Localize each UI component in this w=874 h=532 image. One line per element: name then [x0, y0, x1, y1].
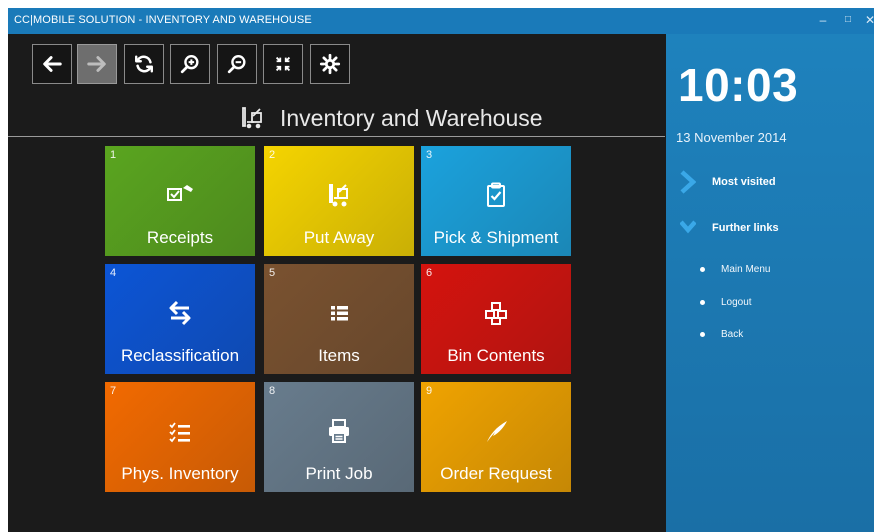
tile-number: 1 [110, 149, 117, 161]
settings-button[interactable] [310, 44, 350, 84]
refresh-button[interactable] [124, 44, 164, 84]
most-visited-label: Most visited [712, 176, 776, 188]
tile-label: Print Job [305, 464, 373, 483]
boxes-icon [478, 298, 514, 328]
zoom-out-button[interactable] [217, 44, 257, 84]
app-window: CC|MOBILE SOLUTION - INVENTORY AND WAREH… [8, 8, 874, 532]
title-bar: CC|MOBILE SOLUTION - INVENTORY AND WAREH… [8, 8, 874, 34]
tile-number: 8 [269, 385, 276, 397]
tile-label: Phys. Inventory [121, 464, 239, 483]
tile-print-job[interactable]: 8 Print Job [264, 382, 414, 492]
bullet [700, 266, 705, 272]
bullet [700, 331, 705, 337]
link-label: Main Menu [721, 263, 771, 275]
gear-icon [319, 53, 341, 75]
tile-number: 5 [269, 267, 276, 279]
tile-order-request[interactable]: 9 Order Request [421, 382, 571, 492]
tile-label: Pick & Shipment [433, 228, 559, 247]
minimize-button[interactable]: – [813, 11, 833, 29]
further-links-label: Further links [712, 222, 779, 234]
tile-number: 2 [269, 149, 276, 161]
link-logout[interactable]: Logout [700, 295, 752, 309]
forward-button[interactable] [77, 44, 117, 84]
page-title: Inventory and Warehouse [240, 100, 543, 136]
tile-label: Order Request [440, 464, 552, 483]
tile-label: Items [318, 346, 360, 365]
clipboard-check-icon [478, 180, 514, 210]
tile-pick-shipment[interactable]: 3 Pick & Shipment [421, 146, 571, 256]
link-main-menu[interactable]: Main Menu [700, 262, 770, 276]
refresh-icon [135, 55, 153, 73]
tile-label: Put Away [303, 228, 375, 247]
tile-number: 3 [426, 149, 433, 161]
most-visited-section[interactable]: Most visited [680, 170, 776, 194]
tile-label: Receipts [146, 228, 214, 247]
back-button[interactable] [32, 44, 72, 84]
zoom-in-icon [180, 55, 199, 74]
tile-receipts[interactable]: 1 Receipts [105, 146, 255, 256]
tile-number: 9 [426, 385, 433, 397]
exchange-arrows-icon [162, 298, 198, 328]
forklift-icon [242, 107, 262, 129]
compress-icon [275, 56, 291, 72]
close-button[interactable]: ✕ [860, 11, 874, 29]
checklist-icon [162, 416, 198, 446]
tile-number: 4 [110, 267, 117, 279]
bullet [700, 299, 705, 305]
further-links-section[interactable]: Further links [680, 216, 779, 240]
header-divider [8, 136, 665, 137]
quill-icon [478, 416, 514, 446]
receipt-check-icon [162, 180, 198, 210]
tile-number: 7 [110, 385, 117, 397]
link-label: Back [721, 328, 744, 340]
link-label: Logout [721, 296, 752, 308]
tile-label: Reclassification [120, 346, 240, 365]
arrow-right-icon [87, 56, 106, 72]
tile-items[interactable]: 5 Items [264, 264, 414, 374]
maximize-button[interactable]: □ [838, 11, 858, 29]
arrow-left-icon [43, 56, 62, 72]
clock-time: 10:03 [678, 59, 799, 111]
zoom-out-icon [227, 55, 246, 74]
printer-icon [321, 416, 357, 446]
chevron-down-icon [680, 220, 696, 234]
zoom-in-button[interactable] [170, 44, 210, 84]
window-title: CC|MOBILE SOLUTION - INVENTORY AND WAREH… [14, 14, 312, 26]
forklift-icon [321, 180, 357, 210]
collapse-button[interactable] [263, 44, 303, 84]
tile-phys-inventory[interactable]: 7 Phys. Inventory [105, 382, 255, 492]
tile-number: 6 [426, 267, 433, 279]
clock-date: 13 November 2014 [676, 130, 787, 145]
tile-bin-contents[interactable]: 6 Bin Contents [421, 264, 571, 374]
page-title-text: Inventory and Warehouse [280, 104, 543, 131]
chevron-right-icon [680, 170, 696, 194]
sidebar: 10:03 13 November 2014 Most visited Furt… [666, 34, 874, 532]
link-back[interactable]: Back [700, 327, 743, 341]
tile-reclassification[interactable]: 4 Reclassification [105, 264, 255, 374]
list-icon [321, 298, 357, 328]
tile-put-away[interactable]: 2 Put Away [264, 146, 414, 256]
tile-label: Bin Contents [447, 346, 545, 365]
